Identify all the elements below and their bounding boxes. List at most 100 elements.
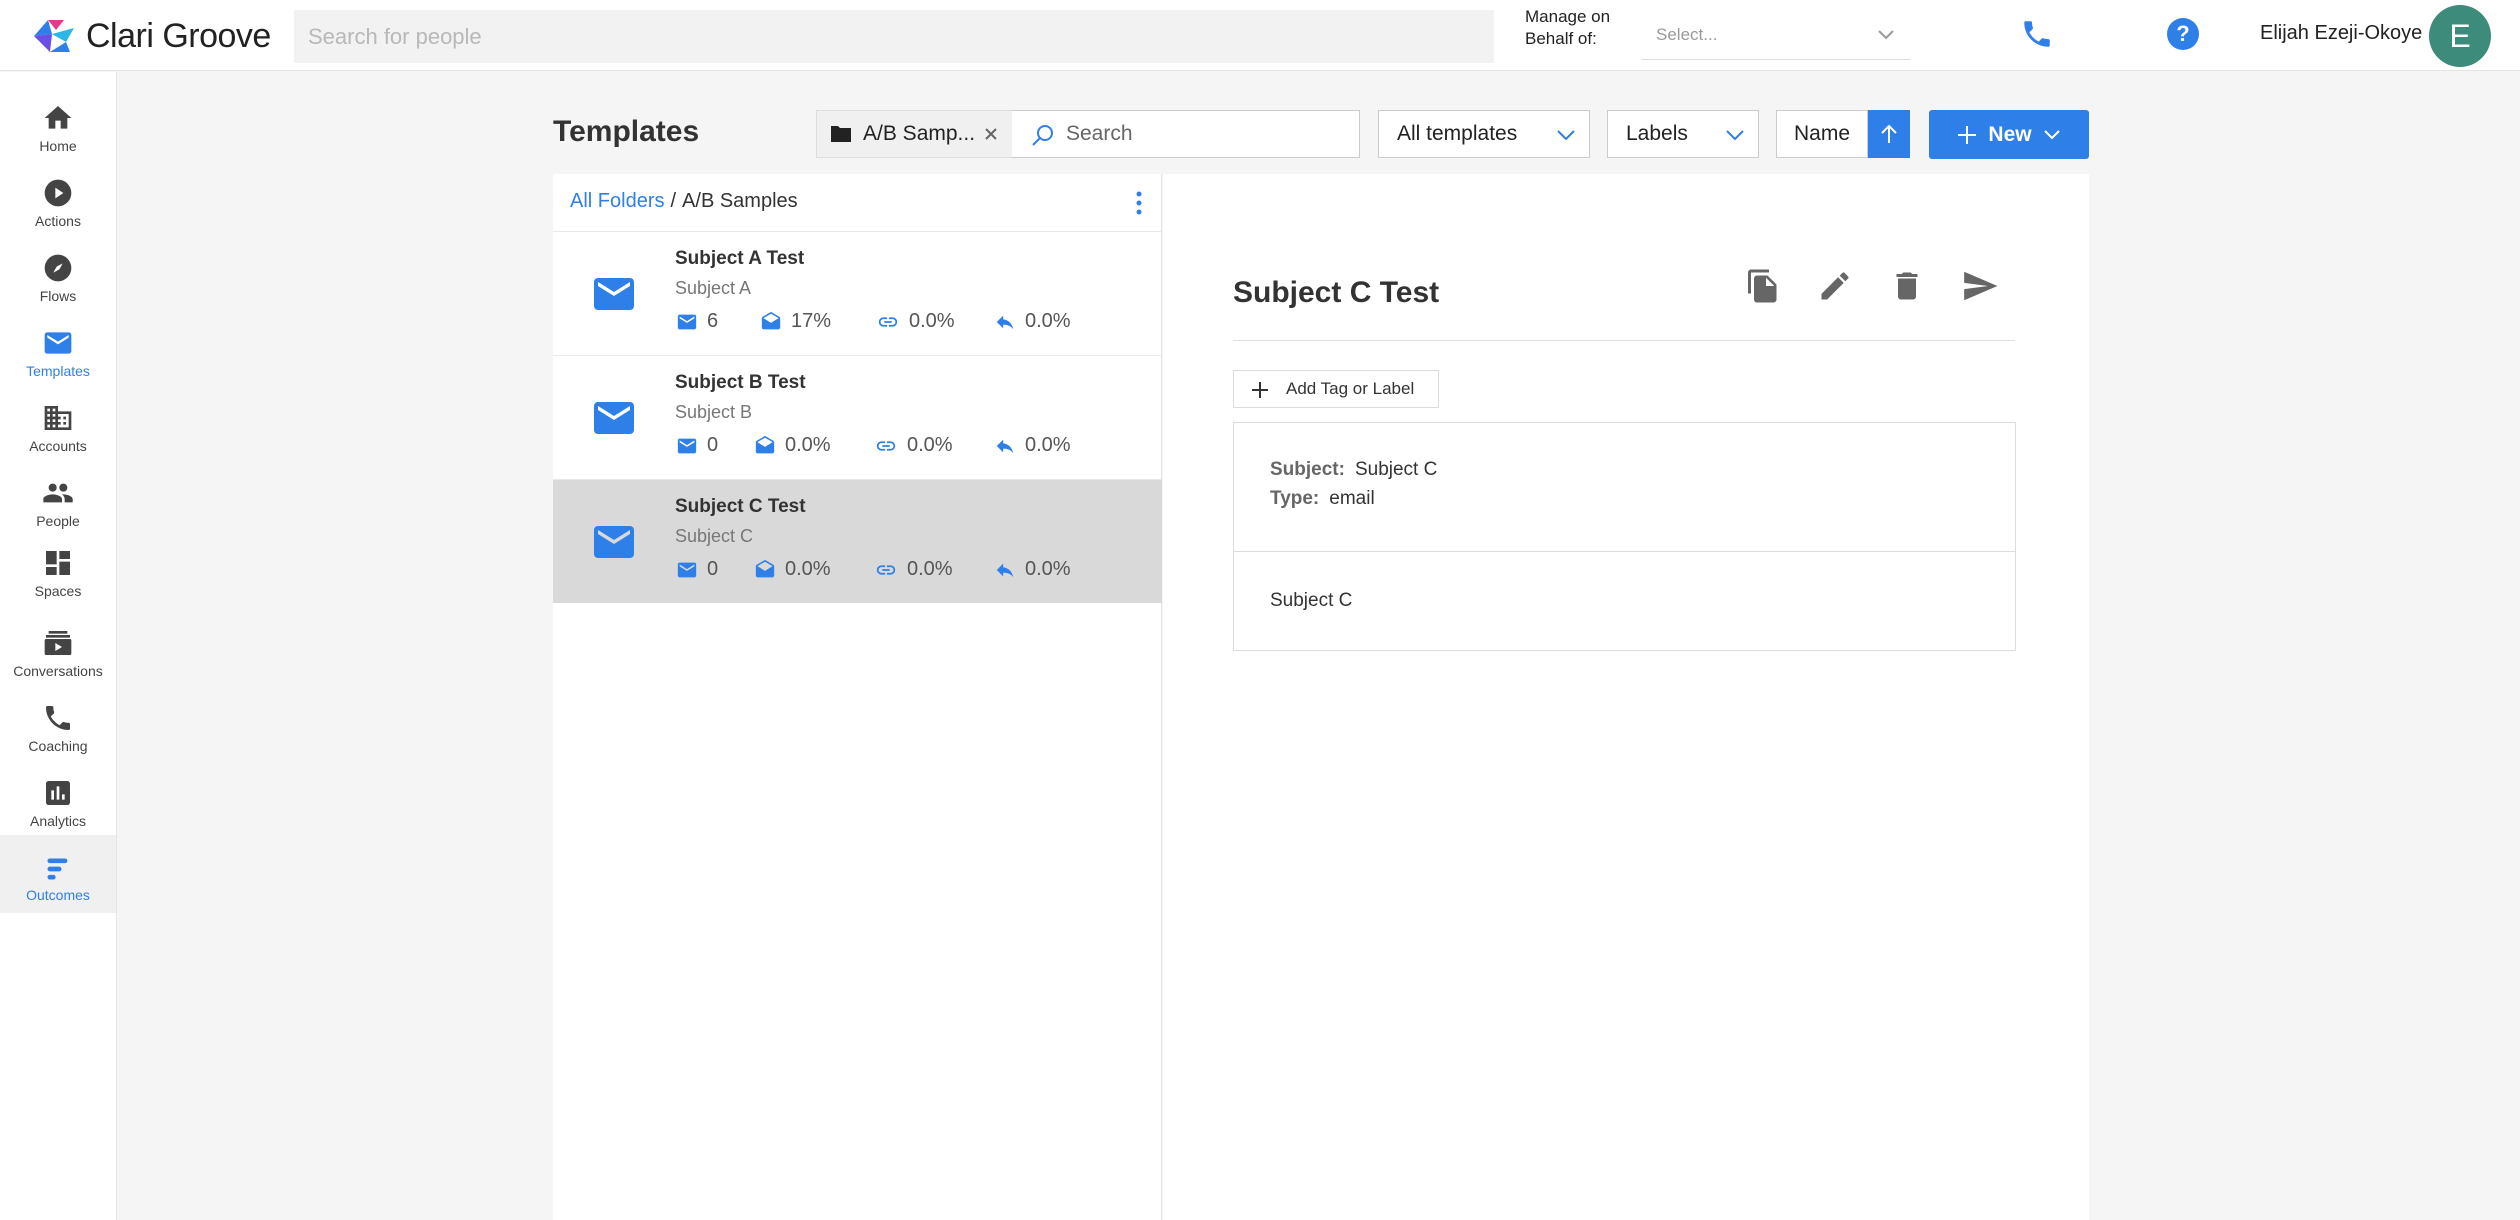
new-template-button[interactable]: New (1929, 110, 2089, 159)
templates-filter-value: All templates (1397, 122, 1518, 145)
reply-icon (996, 315, 1014, 329)
chevron-down-icon (1557, 130, 1575, 141)
building-icon (44, 406, 72, 430)
people-search-input[interactable] (294, 10, 1494, 63)
template-row[interactable]: Subject B Test Subject B 0 0.0% 0.0% 0.0… (553, 355, 1162, 479)
folder-filter-chip[interactable]: A/B Samp... (816, 110, 1012, 158)
more-vert-icon[interactable] (1135, 190, 1143, 216)
subject-value: Subject C (1354, 459, 1438, 480)
stat-value: 0.0% (1025, 310, 1071, 332)
sidebar: Home Actions Flows Templates Accounts Pe… (0, 72, 117, 1220)
stat-clicked: 0.0% (873, 558, 953, 581)
stat-value: 0.0% (785, 558, 831, 580)
labels-filter-dropdown[interactable]: Labels (1607, 110, 1759, 158)
mail-icon (677, 438, 697, 453)
template-title: Subject B Test (675, 372, 806, 393)
clari-logo-icon (34, 20, 74, 52)
stat-clicked: 0.0% (875, 310, 955, 333)
stat-value: 0.0% (907, 558, 953, 580)
subject-label: Subject: (1270, 459, 1345, 480)
labels-filter-value: Labels (1626, 122, 1688, 145)
template-row[interactable]: Subject A Test Subject A 6 17% 0.0% 0.0% (553, 231, 1162, 355)
stat-value: 0 (707, 434, 719, 456)
stat-clicked: 0.0% (873, 434, 953, 457)
chevron-down-icon (1878, 30, 1894, 40)
divider (1233, 340, 2015, 341)
stat-value: 0.0% (785, 434, 831, 456)
trash-icon[interactable] (1889, 266, 1925, 306)
sidebar-item-flows[interactable]: Flows (0, 240, 116, 315)
home-icon (44, 106, 72, 129)
copy-icon[interactable] (1745, 266, 1781, 306)
template-row[interactable]: Subject C Test Subject C 0 0.0% 0.0% 0.0… (553, 479, 1162, 603)
play-circle-icon (44, 179, 72, 207)
behalf-select[interactable]: Select... (1642, 10, 1910, 60)
breadcrumb-all-folders[interactable]: All Folders (570, 190, 664, 212)
sidebar-item-label: Outcomes (26, 887, 90, 903)
sidebar-item-label: Analytics (29, 813, 87, 829)
phone-icon[interactable] (2020, 17, 2054, 51)
sidebar-item-label: People (36, 513, 80, 529)
breadcrumb: All Folders / A/B Samples (570, 190, 798, 213)
video-stack-icon (44, 631, 72, 655)
sidebar-item-outcomes[interactable]: Outcomes (0, 835, 116, 913)
templates-filter-dropdown[interactable]: All templates (1378, 110, 1590, 158)
send-icon[interactable] (1961, 266, 1999, 306)
stat-sent: 6 (675, 310, 718, 333)
bar-chart-icon (46, 781, 70, 805)
template-list-panel: All Folders / A/B Samples Subject A Test S… (553, 174, 1162, 1220)
help-icon[interactable]: ? (2165, 16, 2201, 52)
svg-text:?: ? (2176, 21, 2189, 46)
sidebar-item-coaching[interactable]: Coaching (0, 690, 116, 765)
sidebar-item-actions[interactable]: Actions (0, 165, 116, 240)
phone-icon (46, 706, 70, 730)
stat-sent: 0 (675, 558, 718, 581)
sidebar-item-templates[interactable]: Templates (0, 315, 116, 390)
stat-sent: 0 (675, 434, 718, 457)
stat-replied: 0.0% (993, 310, 1071, 333)
sidebar-item-label: Templates (26, 363, 90, 379)
stat-value: 0.0% (909, 310, 955, 332)
mail-icon (677, 562, 697, 577)
link-icon (878, 316, 898, 327)
link-icon (876, 564, 896, 575)
user-name[interactable]: Elijah Ezeji-Okoye (2260, 22, 2422, 45)
outcomes-icon (47, 858, 68, 880)
template-subject: Subject A (675, 278, 752, 298)
drafts-icon (761, 311, 781, 329)
sidebar-item-home[interactable]: Home (0, 90, 116, 165)
template-stats: 0 0.0% 0.0% 0.0% (675, 434, 1155, 460)
sidebar-item-people[interactable]: People (0, 465, 116, 540)
close-icon[interactable] (980, 123, 1002, 145)
stat-value: 0 (707, 558, 719, 580)
sidebar-item-conversations[interactable]: Conversations (0, 615, 116, 690)
subject-line: Subject: Subject C (1270, 459, 1437, 481)
mail-icon (594, 402, 634, 434)
template-info-box: Subject: Subject C Type: email (1233, 422, 2016, 552)
edit-icon[interactable] (1817, 266, 1853, 306)
template-search-input[interactable] (1066, 119, 1346, 149)
brand-name: Clari Groove (86, 16, 271, 55)
sort-field-button[interactable]: Name (1776, 110, 1868, 158)
stat-replied: 0.0% (993, 434, 1071, 457)
sidebar-item-analytics[interactable]: Analytics (0, 765, 116, 840)
detail-title: Subject C Test (1233, 276, 1440, 309)
manage-on-behalf-label: Manage on Behalf of: (1525, 7, 1611, 48)
add-tag-button[interactable]: Add Tag or Label (1233, 370, 1439, 408)
mail-icon (594, 278, 634, 310)
sidebar-item-spaces[interactable]: Spaces (0, 535, 116, 610)
template-subject: Subject C (675, 526, 754, 546)
clari-groove-logo[interactable]: Clari Groove (30, 14, 280, 58)
template-title: Subject C Test (675, 496, 806, 517)
drafts-icon (755, 435, 775, 453)
sort-direction-button[interactable] (1868, 110, 1910, 158)
template-body: Subject C (1233, 551, 2016, 651)
folder-icon (831, 126, 851, 142)
avatar[interactable]: E (2429, 5, 2491, 67)
template-subject: Subject B (675, 402, 753, 422)
mail-icon (677, 314, 697, 329)
top-bar: Clari Groove Manage on Behalf of: Select… (0, 0, 2520, 71)
detail-actions (1745, 266, 2045, 306)
template-detail-panel: Subject C Test Add Tag or Label Subject:… (1163, 174, 2089, 1220)
sidebar-item-accounts[interactable]: Accounts (0, 390, 116, 465)
